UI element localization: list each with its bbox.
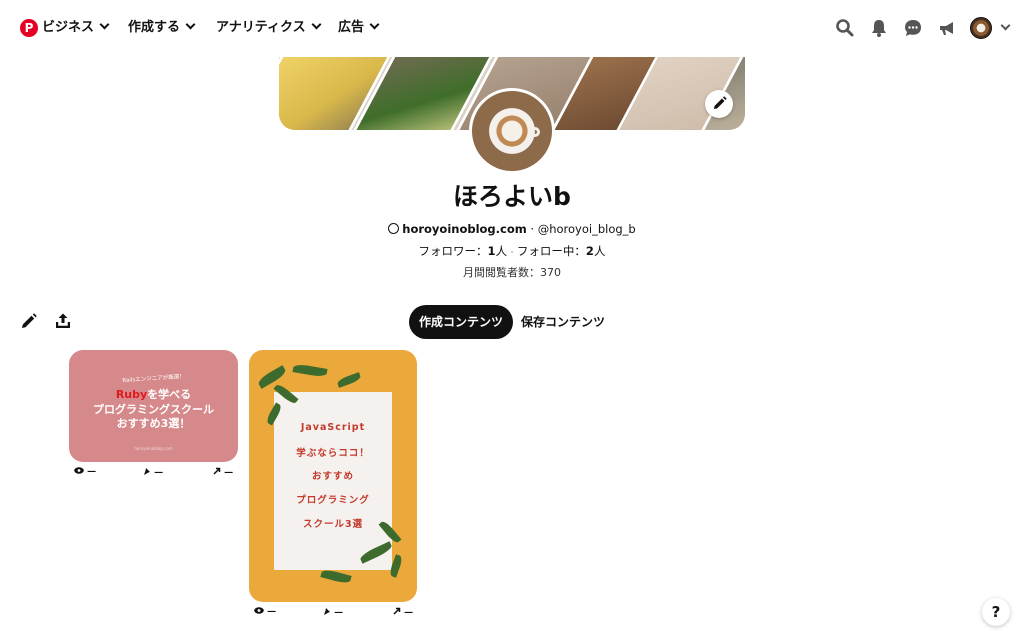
pin-title-ruby: Ruby bbox=[115, 388, 148, 401]
views-value: — bbox=[267, 607, 277, 617]
pencil-icon bbox=[714, 96, 727, 109]
nav-business[interactable]: ビジネス bbox=[42, 19, 110, 37]
edit-cover-button[interactable] bbox=[705, 90, 733, 118]
pin-title-line5: スクール3選 bbox=[302, 519, 364, 530]
clicks-value: — bbox=[404, 608, 414, 618]
chevron-down-icon bbox=[311, 19, 322, 30]
followers-unit: 人 bbox=[495, 244, 508, 258]
leaf-decoration bbox=[256, 365, 288, 389]
profile-avatar[interactable] bbox=[469, 88, 555, 174]
pin-stats: — — — bbox=[254, 607, 414, 619]
bell-icon[interactable] bbox=[869, 18, 889, 38]
saves-stat: — bbox=[323, 607, 343, 618]
search-icon[interactable] bbox=[835, 18, 855, 38]
tab-saved[interactable]: 保存コンテンツ bbox=[517, 305, 609, 339]
separator: · bbox=[526, 222, 538, 236]
nav-analytics-label: アナリティクス bbox=[216, 20, 306, 35]
top-nav: P ビジネス 作成する アナリティクス 広告 bbox=[0, 0, 1024, 56]
tab-created[interactable]: 作成コンテンツ bbox=[409, 305, 513, 339]
pin-icon bbox=[324, 608, 330, 615]
share-upload-icon[interactable] bbox=[54, 312, 72, 330]
pinterest-logo-icon[interactable]: P bbox=[20, 19, 38, 37]
following-unit: 人 bbox=[593, 244, 606, 258]
pin-title-line3: おすすめ3選！ bbox=[116, 417, 191, 430]
following-link[interactable]: フォロー中：2人 bbox=[517, 244, 606, 258]
followers-label: フォロワー： bbox=[418, 244, 488, 258]
profile-handle: @horoyoi_blog_b bbox=[537, 222, 636, 236]
clicks-stat: — bbox=[213, 467, 233, 478]
separator-dot: · bbox=[510, 248, 514, 257]
clicks-stat: — bbox=[393, 607, 413, 618]
pin-card-ruby[interactable]: Railsエンジニアが厳選！ Rubyを学べる プログラミングスクール おすすめ… bbox=[69, 350, 238, 462]
clicks-value: — bbox=[224, 468, 234, 478]
followers-link[interactable]: フォロワー：1人 bbox=[419, 244, 508, 258]
saves-value: — bbox=[334, 608, 344, 618]
eye-icon bbox=[254, 607, 264, 614]
help-button[interactable]: ? bbox=[982, 598, 1010, 626]
views-value: — bbox=[87, 467, 97, 477]
nav-ads-label: 広告 bbox=[338, 20, 365, 35]
saves-stat: — bbox=[143, 467, 163, 478]
eye-icon bbox=[74, 467, 84, 474]
megaphone-icon[interactable] bbox=[937, 18, 957, 38]
nav-analytics[interactable]: アナリティクス bbox=[216, 19, 322, 37]
profile-name: ほろよいb bbox=[453, 182, 571, 211]
nav-create[interactable]: 作成する bbox=[128, 19, 196, 37]
monthly-views: 月間閲覧者数：370 bbox=[463, 266, 561, 279]
leaf-decoration bbox=[336, 372, 362, 388]
chevron-down-icon bbox=[185, 19, 196, 30]
leaf-decoration bbox=[320, 568, 352, 585]
edit-pencil-icon[interactable] bbox=[20, 312, 38, 330]
nav-business-label: ビジネス bbox=[42, 20, 95, 35]
leaf-decoration bbox=[292, 363, 328, 378]
chevron-down-icon bbox=[99, 19, 110, 30]
pin-icon bbox=[144, 468, 150, 475]
nav-ads[interactable]: 広告 bbox=[338, 19, 380, 37]
following-count: 2 bbox=[585, 244, 594, 258]
pin-title-line1: Rubyを学べる bbox=[69, 386, 238, 402]
globe-icon bbox=[388, 223, 400, 234]
pin-subtitle: Railsエンジニアが厳選！ bbox=[122, 373, 185, 385]
pin-title-line3: おすすめ bbox=[311, 471, 354, 482]
views-stat: — bbox=[74, 467, 96, 477]
pin-card-javascript[interactable]: JavaScript 学ぶならココ！ おすすめ プログラミング スクール3選 bbox=[249, 350, 417, 602]
pin-watermark: horoyoinoblog.com bbox=[134, 446, 173, 451]
pin-title-rest: を学べる bbox=[147, 388, 192, 401]
chat-icon[interactable] bbox=[903, 18, 923, 38]
coffee-cup-image bbox=[530, 127, 540, 137]
profile-links: horoyoinoblog.com · @horoyoi_blog_b bbox=[0, 221, 1024, 237]
pin-stats: — — — bbox=[74, 467, 234, 479]
website-link[interactable]: horoyoinoblog.com bbox=[402, 222, 526, 236]
views-stat: — bbox=[254, 607, 276, 617]
outbound-arrow-icon bbox=[393, 607, 401, 615]
pin-title-line2: 学ぶならココ！ bbox=[296, 448, 370, 459]
follow-stats: フォロワー：1人 · フォロー中：2人 bbox=[0, 243, 1024, 261]
avatar[interactable] bbox=[970, 17, 992, 39]
saves-value: — bbox=[154, 468, 164, 478]
chevron-down-icon[interactable] bbox=[1000, 20, 1011, 31]
following-label: フォロー中： bbox=[516, 244, 586, 258]
followers-count: 1 bbox=[487, 244, 496, 258]
pin-title-line4: プログラミング bbox=[296, 495, 370, 506]
pin-title-line1: JavaScript bbox=[300, 422, 366, 433]
outbound-arrow-icon bbox=[213, 467, 221, 475]
chevron-down-icon bbox=[369, 19, 380, 30]
nav-create-label: 作成する bbox=[128, 20, 181, 35]
